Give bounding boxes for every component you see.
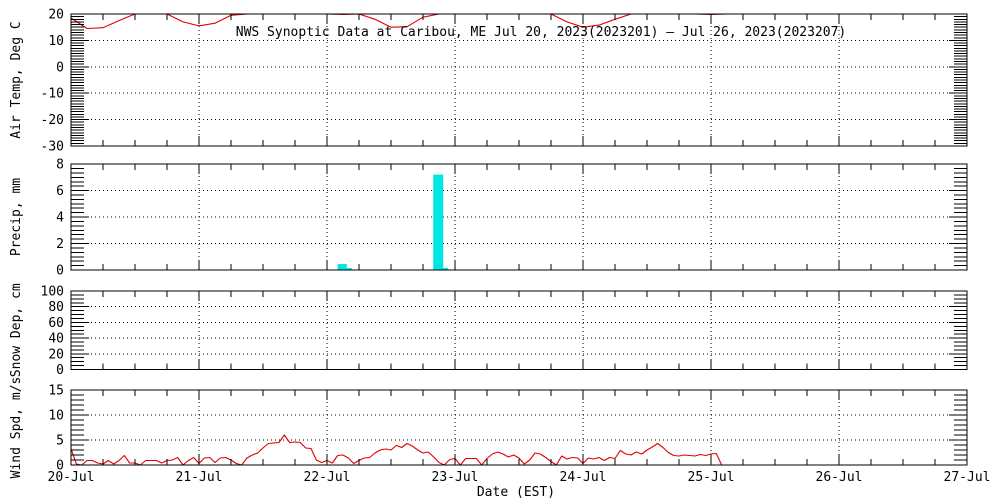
- x-axis-label: Date (EST): [477, 485, 555, 500]
- x-tick-label: 20-Jul: [48, 470, 95, 485]
- y-tick-label: 80: [48, 300, 64, 315]
- panel-border: [70, 290, 968, 370]
- x-tick-label: 24-Jul: [560, 470, 607, 485]
- x-tick-label: 21-Jul: [176, 470, 223, 485]
- x-tick-label: 27-Jul: [944, 470, 991, 485]
- y-tick-label: 0: [56, 363, 64, 378]
- x-tick-label: 23-Jul: [432, 470, 479, 485]
- y-tick-label: 20: [48, 347, 64, 362]
- y-tick-label: 40: [48, 332, 64, 347]
- y-tick-label: 0: [56, 60, 64, 75]
- y-tick-label: 20: [48, 8, 64, 23]
- y-tick-label: 15: [48, 384, 64, 399]
- y-tick-label: 10: [48, 409, 64, 424]
- panel-border: [70, 389, 968, 466]
- panel-wind-speed: 151050Wind Spd, m/s: [9, 377, 968, 479]
- y-tick-label: 8: [56, 158, 64, 173]
- precip-bar: [337, 264, 347, 270]
- y-tick-label: 0: [56, 264, 64, 279]
- y-tick-label: 4: [56, 211, 64, 226]
- x-tick-label: 25-Jul: [688, 470, 735, 485]
- y-tick-label: 60: [48, 316, 64, 331]
- y-tick-label: 5: [56, 434, 64, 449]
- y-tick-label: 2: [56, 237, 64, 252]
- panel-snow-depth: 100806040200 Snow Dep, cm: [9, 283, 968, 378]
- y-tick-label: 100: [41, 285, 64, 300]
- precip-bar: [433, 174, 444, 270]
- chart-title: NWS Synoptic Data at Caribou, ME Jul 20,…: [236, 25, 846, 40]
- y-axis-title: Wind Spd, m/s: [9, 377, 24, 479]
- y-tick-label: 6: [56, 184, 64, 199]
- y-tick-label: 10: [48, 34, 64, 49]
- x-tick-label: 22-Jul: [304, 470, 351, 485]
- plot-page: 20 10 0 -10 -20 -30 Air Temp, Deg C 8 6 4 2 0 Precip…: [0, 0, 1000, 500]
- synoptic-chart: 20100-10-20-30Air Temp, Deg C86420Precip…: [9, 8, 991, 500]
- panel-precip: 8 6 4 2 0 Precip, mm: [9, 158, 968, 279]
- wind-speed-line: [70, 434, 723, 466]
- y-tick-label: -20: [41, 113, 64, 128]
- y-tick-label: -30: [41, 140, 64, 155]
- y-tick-label: -10: [41, 87, 64, 102]
- x-tick-label: 26-Jul: [816, 470, 863, 485]
- y-axis-title: Precip, mm: [9, 178, 24, 256]
- y-axis-title: Air Temp, Deg C: [9, 21, 24, 138]
- y-axis-title: Snow Dep, cm: [9, 283, 24, 377]
